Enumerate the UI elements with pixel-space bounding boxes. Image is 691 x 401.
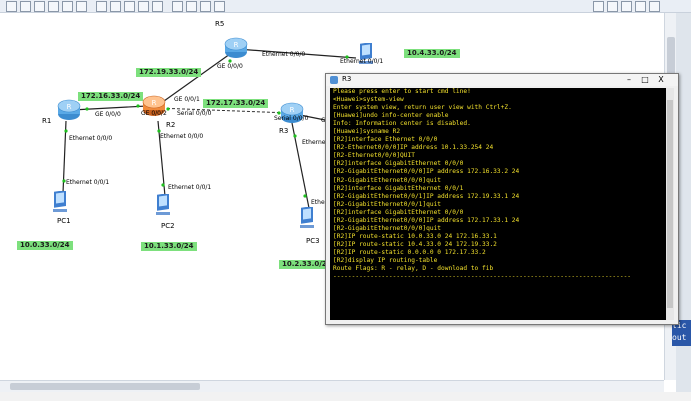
close-button[interactable]: X	[654, 74, 668, 85]
cli-line: [R2-GigabitEthernet0/0/1]quit	[333, 200, 442, 208]
device-label-r1: R1	[42, 117, 52, 125]
svg-text:R: R	[234, 41, 239, 49]
scroll-thumb[interactable]	[667, 100, 673, 308]
cli-line: [R2-Ethernet0/0/0]IP address 10.1.33.254…	[333, 144, 494, 152]
interface-label: GE 0/0/0	[217, 63, 243, 70]
svg-text:R: R	[67, 103, 72, 111]
network-label: 172.17.33.0/24	[203, 99, 269, 108]
cli-icon[interactable]	[214, 1, 225, 12]
open-icon[interactable]	[20, 1, 31, 12]
cli-title-bar[interactable]: R3 – □ X	[326, 74, 678, 86]
cli-line: [R2-GigabitEthernet0/0/0]IP address 172.…	[333, 216, 520, 224]
router-icon[interactable]: R	[57, 99, 81, 121]
delete-icon[interactable]	[124, 1, 135, 12]
link-r1-r2	[71, 105, 148, 111]
device-label-r5: R5	[215, 20, 225, 28]
cli-line: Route Flags: R - relay, D - download to …	[333, 265, 494, 273]
undo-icon[interactable]	[62, 1, 73, 12]
interface-label: Serial 0/0/0	[177, 110, 212, 117]
interface-label: Ethernet 0/0/1	[66, 179, 110, 186]
hand-icon[interactable]	[110, 1, 121, 12]
text-icon[interactable]	[138, 1, 149, 12]
cli-line: Please press enter to start cmd line!	[333, 88, 471, 95]
terminal-icon	[330, 76, 338, 84]
cli-line: Enter system view, return user view with…	[333, 104, 512, 112]
pc-icon[interactable]	[52, 191, 70, 213]
cli-line: [Huawei]undo info-center enable	[333, 112, 449, 120]
cli-line: Info: Information center is disabled.	[333, 120, 471, 128]
settings-icon[interactable]	[593, 1, 604, 12]
scroll-thumb[interactable]	[10, 383, 200, 390]
interface-label: Ethernet 0/0/0	[160, 133, 204, 140]
cli-line: ----------------------------------------…	[333, 273, 632, 281]
minimize-button[interactable]: –	[622, 74, 636, 85]
interface-label: Ethernet 0/0/0	[69, 135, 113, 142]
svg-text:R: R	[290, 106, 295, 114]
device-label-pc3: PC3	[306, 237, 320, 245]
network-label: 10.4.33.0/24	[404, 49, 460, 58]
network-label: 10.2.33.0/2	[279, 260, 330, 269]
link-icon[interactable]	[152, 1, 163, 12]
interface-label: Serial 0/0/0	[274, 115, 309, 122]
interface-label: GE 0/0/0	[95, 111, 121, 118]
capture-icon[interactable]	[200, 1, 211, 12]
interface-label: GE 0/0/2	[141, 110, 167, 117]
device-label-r2: R2	[166, 121, 176, 129]
cli-line: [R2-Ethernet0/0/0]QUIT	[333, 152, 415, 160]
interface-label: Ethernet 0/0/1	[340, 58, 384, 65]
interface-label: Ethernet 0/0/1	[168, 184, 212, 191]
pc-icon[interactable]	[155, 194, 173, 216]
select-icon[interactable]	[96, 1, 107, 12]
pc-icon[interactable]	[299, 207, 317, 229]
device-label-pc2: PC2	[161, 222, 175, 230]
cli-line: [R2]IP route-static 0.0.0.0 0 172.17.33.…	[333, 248, 486, 256]
cli-scrollbar[interactable]	[666, 88, 674, 320]
status-bar	[0, 392, 691, 401]
window-icon[interactable]	[649, 1, 660, 12]
cli-line: [R2]IP route-static 10.4.33.0 24 172.19.…	[333, 240, 497, 248]
toolbar	[0, 0, 691, 13]
about-icon[interactable]	[635, 1, 646, 12]
stop-icon[interactable]	[186, 1, 197, 12]
cli-line: [R2-GigabitEthernet0/0/0]quit	[333, 176, 442, 184]
network-label: 172.16.33.0/24	[78, 92, 144, 101]
network-label: 172.19.33.0/24	[136, 68, 202, 77]
new-icon[interactable]	[6, 1, 17, 12]
network-label: 10.1.33.0/24	[141, 242, 197, 251]
fragment-text: out	[672, 333, 687, 342]
cli-line: [R2-GigabitEthernet0/0/1]IP address 172.…	[333, 192, 520, 200]
cli-line: [R2]interface GigabitEthernet 0/0/0	[333, 160, 464, 168]
device-label-pc1: PC1	[57, 217, 71, 225]
save-icon[interactable]	[34, 1, 45, 12]
svg-text:R: R	[152, 99, 157, 107]
cli-window-title: R3	[342, 75, 352, 83]
help-icon[interactable]	[607, 1, 618, 12]
cli-line: [Huawei]sysname R2	[333, 128, 401, 136]
print-icon[interactable]	[48, 1, 59, 12]
cli-window[interactable]: R3 – □ X Please press enter to start cmd…	[325, 73, 679, 325]
cli-line: [R2-GigabitEthernet0/0/0]IP address 172.…	[333, 168, 520, 176]
cli-line: [R2]interface Ethernet 0/0/0	[333, 136, 438, 144]
cli-line: [R2]IP route-static 10.0.33.0 24 172.16.…	[333, 232, 497, 240]
redo-icon[interactable]	[76, 1, 87, 12]
device-label-r3: R3	[279, 127, 289, 135]
start-icon[interactable]	[172, 1, 183, 12]
interface-label: Ethernet	[302, 139, 328, 146]
cli-line: [R2]interface GigabitEthernet 0/0/0	[333, 208, 464, 216]
cli-output[interactable]: Please press enter to start cmd line! <Hu…	[330, 88, 666, 320]
router-icon[interactable]: R	[224, 37, 248, 59]
maximize-button[interactable]: □	[638, 74, 652, 85]
cli-line: <Huawei>system-view	[333, 96, 404, 104]
network-label: 10.0.33.0/24	[17, 241, 73, 250]
cli-line: [R2]display IP routing-table	[333, 256, 438, 264]
interface-label: Ethernet 0/0/0	[262, 51, 306, 58]
forum-icon[interactable]	[621, 1, 632, 12]
cli-line: [R2]interface GigabitEthernet 0/0/1	[333, 184, 464, 192]
interface-label: GE 0/0/1	[174, 96, 200, 103]
cli-line: [R2-GigabitEthernet0/0/0]quit	[333, 224, 442, 232]
